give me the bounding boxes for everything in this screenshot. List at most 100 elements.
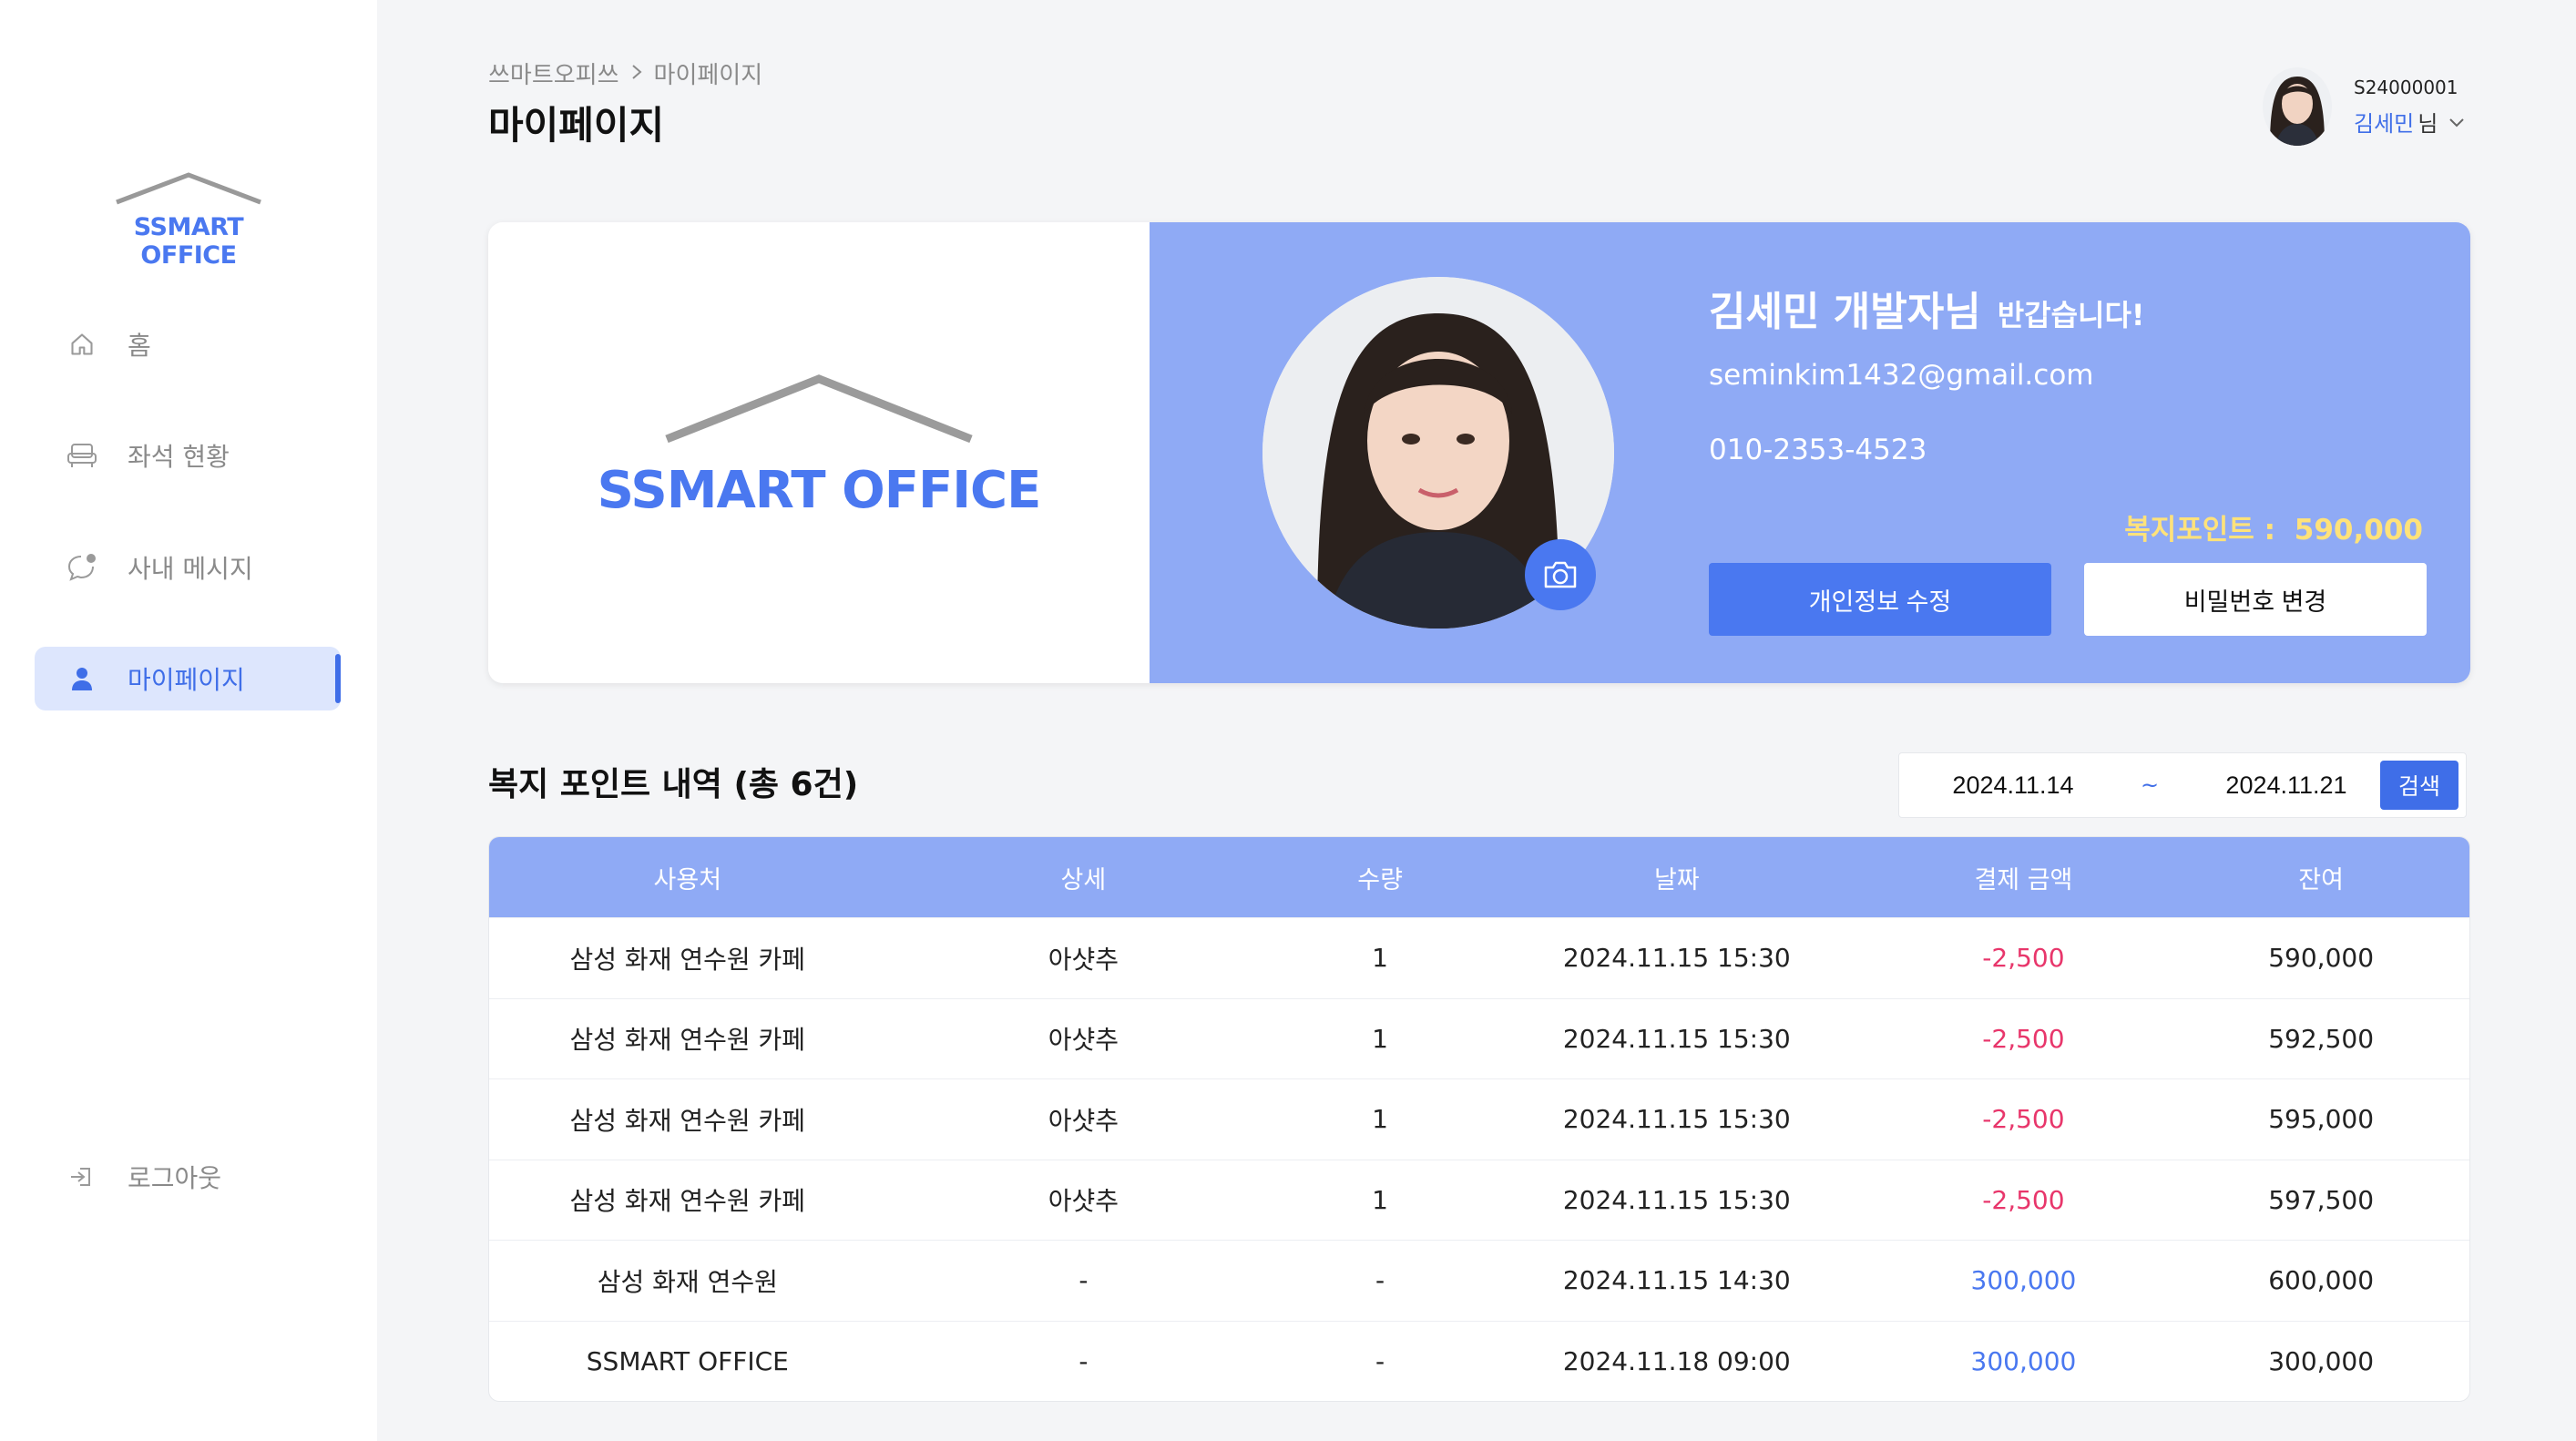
user-id: S24000001 bbox=[2354, 76, 2458, 98]
cell-balance: 300,000 bbox=[2268, 1345, 2375, 1376]
cell-qty: 1 bbox=[1372, 1104, 1388, 1135]
sidebar-logo[interactable]: SSMART OFFICE bbox=[86, 169, 291, 270]
cell-detail: 아샷추 bbox=[1048, 1186, 1119, 1217]
column-header: 사용처 bbox=[653, 865, 722, 894]
home-icon bbox=[66, 328, 98, 361]
cell-balance: 597,500 bbox=[2268, 1184, 2375, 1215]
cell-amount: 300,000 bbox=[1970, 1345, 2077, 1376]
cell-date: 2024.11.15 15:30 bbox=[1562, 1184, 1791, 1215]
sidebar-item-home[interactable]: 홈 bbox=[35, 312, 341, 376]
cell-qty: - bbox=[1375, 1265, 1385, 1296]
cell-amount: -2,500 bbox=[1982, 1184, 2065, 1215]
cell-detail: 아샷추 bbox=[1048, 1105, 1119, 1136]
logout-label: 로그아웃 bbox=[128, 1163, 222, 1193]
logo-text: SSMART OFFICE bbox=[133, 213, 244, 270]
greeting-suffix: 반갑습니다! bbox=[1997, 298, 2145, 332]
points-label: 복지포인트 : bbox=[2124, 514, 2275, 547]
seat-icon bbox=[66, 439, 98, 472]
profile-card: SSMART OFFICE 김세민 개발자님 반갑습니다! seminkim14… bbox=[488, 222, 2470, 683]
edit-profile-button[interactable]: 개인정보 수정 bbox=[1709, 563, 2051, 636]
search-button[interactable]: 검색 bbox=[2380, 761, 2458, 810]
column-header: 날짜 bbox=[1653, 865, 1700, 894]
change-password-button[interactable]: 비밀번호 변경 bbox=[2084, 563, 2427, 636]
chat-icon bbox=[66, 551, 98, 584]
chevron-down-icon[interactable] bbox=[2448, 108, 2465, 134]
sidebar-item-mypage[interactable]: 마이페이지 bbox=[35, 647, 341, 710]
breadcrumb: 쓰마트오피쓰 마이페이지 bbox=[488, 56, 762, 90]
cell-place: 삼성 화재 연수원 bbox=[597, 1266, 778, 1297]
points-value: 590,000 bbox=[2294, 514, 2423, 547]
sidebar-item-label: 사내 메시지 bbox=[128, 554, 253, 584]
greeting: 김세민 개발자님 반갑습니다! bbox=[1709, 279, 2144, 337]
welfare-points: 복지포인트 : 590,000 bbox=[2124, 506, 2423, 547]
column-header: 결제 금액 bbox=[1974, 865, 2073, 894]
sidebar-item-label: 좌석 현황 bbox=[128, 442, 230, 472]
date-from-input[interactable]: 2024.11.14 bbox=[1899, 772, 2127, 800]
cell-balance: 600,000 bbox=[2268, 1265, 2375, 1296]
cell-amount: -2,500 bbox=[1982, 943, 2065, 974]
sidebar-item-seats[interactable]: 좌석 현황 bbox=[35, 424, 341, 487]
cell-qty: 1 bbox=[1372, 1023, 1388, 1054]
email-text: seminkim1432@gmail.com bbox=[1709, 359, 2094, 392]
date-to-input[interactable]: 2024.11.21 bbox=[2172, 772, 2400, 800]
table-row: 삼성 화재 연수원 카페 아샷추 1 2024.11.15 15:30 -2,5… bbox=[489, 1159, 2469, 1241]
history-title: 복지 포인트 내역 (총 6건) bbox=[488, 766, 859, 803]
cell-date: 2024.11.15 15:30 bbox=[1562, 1023, 1791, 1054]
cell-detail: - bbox=[1078, 1345, 1089, 1376]
table-row: 삼성 화재 연수원 - - 2024.11.15 14:30 300,000 6… bbox=[489, 1240, 2469, 1321]
cell-date: 2024.11.15 15:30 bbox=[1562, 1104, 1791, 1135]
camera-button[interactable] bbox=[1525, 539, 1596, 610]
cell-balance: 590,000 bbox=[2268, 943, 2375, 974]
user-name: 김세민 bbox=[2354, 110, 2415, 137]
cell-date: 2024.11.15 15:30 bbox=[1562, 943, 1791, 974]
sidebar: SSMART OFFICE 홈 좌석 현황 사내 메시지 마이페이지 로그아웃 bbox=[0, 0, 377, 1441]
table-row: 삼성 화재 연수원 카페 아샷추 1 2024.11.15 15:30 -2,5… bbox=[489, 997, 2469, 1079]
cell-amount: -2,500 bbox=[1982, 1023, 2065, 1054]
cell-balance: 595,000 bbox=[2268, 1104, 2375, 1135]
logout-button[interactable]: 로그아웃 bbox=[35, 1145, 341, 1209]
cell-qty: 1 bbox=[1372, 1184, 1388, 1215]
column-header: 수량 bbox=[1357, 865, 1403, 894]
chevron-right-icon bbox=[630, 60, 643, 87]
roof-logo-icon bbox=[665, 374, 973, 444]
cell-date: 2024.11.18 09:00 bbox=[1562, 1345, 1791, 1376]
cell-balance: 592,500 bbox=[2268, 1023, 2375, 1054]
column-header: 상세 bbox=[1060, 865, 1107, 894]
avatar bbox=[2263, 67, 2332, 146]
camera-icon bbox=[1544, 561, 1577, 588]
user-menu[interactable]: S24000001 김세민 님 bbox=[2263, 67, 2465, 146]
breadcrumb-item[interactable]: 쓰마트오피쓰 bbox=[488, 56, 619, 90]
cell-date: 2024.11.15 14:30 bbox=[1562, 1265, 1791, 1296]
cell-detail: - bbox=[1078, 1265, 1089, 1296]
profile-logo-text: SSMART OFFICE bbox=[597, 461, 1042, 520]
cell-place: SSMART OFFICE bbox=[586, 1345, 789, 1376]
user-icon bbox=[66, 662, 98, 695]
cell-place: 삼성 화재 연수원 카페 bbox=[569, 1186, 806, 1217]
greeting-name: 김세민 개발자님 bbox=[1709, 289, 1981, 335]
cell-place: 삼성 화재 연수원 카페 bbox=[569, 1105, 806, 1136]
user-honorific: 님 bbox=[2418, 110, 2438, 137]
table-header: 사용처 상세 수량 날짜 결제 금액 잔여 bbox=[489, 837, 2469, 917]
table-row: 삼성 화재 연수원 카페 아샷추 1 2024.11.15 15:30 -2,5… bbox=[489, 1078, 2469, 1160]
cell-detail: 아샷추 bbox=[1048, 1025, 1119, 1056]
date-filter: 2024.11.14 ~ 2024.11.21 검색 bbox=[1898, 752, 2467, 818]
cell-place: 삼성 화재 연수원 카페 bbox=[569, 1025, 806, 1056]
page-title: 마이페이지 bbox=[488, 103, 665, 148]
column-header: 잔여 bbox=[2298, 865, 2344, 894]
phone-text: 010-2353-4523 bbox=[1709, 434, 1927, 466]
sidebar-item-label: 홈 bbox=[128, 331, 151, 361]
date-separator: ~ bbox=[2140, 772, 2160, 798]
profile-logo-panel: SSMART OFFICE bbox=[488, 222, 1150, 683]
logout-icon bbox=[66, 1160, 98, 1193]
cell-amount: -2,500 bbox=[1982, 1104, 2065, 1135]
table-row: 삼성 화재 연수원 카페 아샷추 1 2024.11.15 15:30 -2,5… bbox=[489, 917, 2469, 998]
cell-qty: 1 bbox=[1372, 943, 1388, 974]
cell-qty: - bbox=[1375, 1345, 1385, 1376]
profile-info-panel: 김세민 개발자님 반갑습니다! seminkim1432@gmail.com 0… bbox=[1150, 222, 2470, 683]
sidebar-item-messages[interactable]: 사내 메시지 bbox=[35, 536, 341, 599]
table-row: SSMART OFFICE - - 2024.11.18 09:00 300,0… bbox=[489, 1320, 2469, 1402]
points-history-table: 사용처 상세 수량 날짜 결제 금액 잔여 삼성 화재 연수원 카페 아샷추 1… bbox=[488, 836, 2470, 1402]
breadcrumb-item: 마이페이지 bbox=[653, 62, 763, 89]
cell-detail: 아샷추 bbox=[1048, 944, 1119, 975]
cell-amount: 300,000 bbox=[1970, 1265, 2077, 1296]
